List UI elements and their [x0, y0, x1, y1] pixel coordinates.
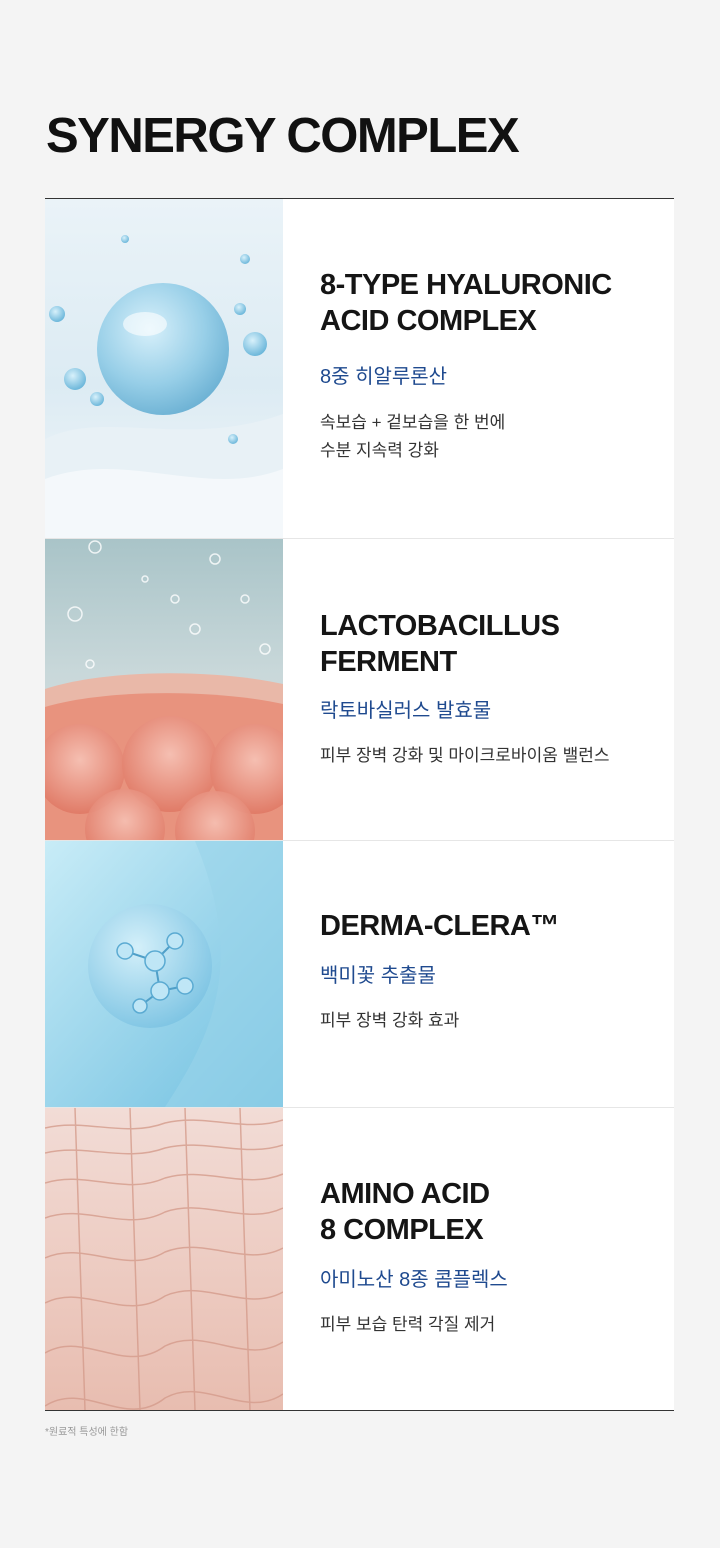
ingredient-info: LACTOBACILLUS FERMENT 락토바실러스 발효물 피부 장벽 강… [283, 539, 674, 840]
skin-texture-image [45, 1108, 283, 1410]
ingredient-info: AMINO ACID 8 COMPLEX 아미노산 8종 콤플렉스 피부 보습 … [283, 1108, 674, 1410]
ingredient-english-name: 8-TYPE HYALURONIC ACID COMPLEX [320, 269, 612, 337]
ingredient-description: 속보습 + 겉보습을 한 번에 수분 지속력 강화 [320, 413, 506, 460]
ingredient-korean-name: 아미노산 8종 콤플렉스 [320, 1269, 508, 1291]
ingredient-row-amino-acid: AMINO ACID 8 COMPLEX 아미노산 8종 콤플렉스 피부 보습 … [45, 1107, 674, 1410]
footnote: *원료적 특성에 한함 [45, 1427, 129, 1438]
ingredient-korean-name: 백미꽃 추출물 [320, 965, 436, 987]
ingredient-list: 8-TYPE HYALURONIC ACID COMPLEX 8중 히알루론산 … [45, 199, 674, 1410]
ingredient-english-name: AMINO ACID 8 COMPLEX [320, 1178, 490, 1246]
ingredient-row-derma-clera: DERMA-CLERA™ 백미꽃 추출물 피부 장벽 강화 효과 [45, 840, 674, 1107]
page-title: SYNERGY COMPLEX [46, 109, 520, 163]
ingredient-info: 8-TYPE HYALURONIC ACID COMPLEX 8중 히알루론산 … [283, 199, 674, 538]
ingredient-description: 피부 장벽 강화 효과 [320, 1011, 460, 1030]
ingredient-description: 피부 장벽 강화 및 마이크로바이옴 밸런스 [320, 746, 610, 765]
molecule-sphere-image [45, 841, 283, 1107]
ingredient-description: 피부 보습 탄력 각질 제거 [320, 1315, 496, 1334]
water-bubble-image [45, 199, 283, 538]
ingredient-korean-name: 8중 히알루론산 [320, 366, 448, 388]
ingredient-english-name: LACTOBACILLUS FERMENT [320, 610, 560, 678]
ingredient-korean-name: 락토바실러스 발효물 [320, 700, 492, 722]
cell-bubbles-image [45, 539, 283, 840]
ingredient-row-hyaluronic: 8-TYPE HYALURONIC ACID COMPLEX 8중 히알루론산 … [45, 199, 674, 538]
bottom-divider [45, 1410, 674, 1411]
ingredient-info: DERMA-CLERA™ 백미꽃 추출물 피부 장벽 강화 효과 [283, 841, 674, 1107]
ingredient-english-name: DERMA-CLERA™ [320, 910, 559, 942]
ingredient-row-lactobacillus: LACTOBACILLUS FERMENT 락토바실러스 발효물 피부 장벽 강… [45, 538, 674, 840]
